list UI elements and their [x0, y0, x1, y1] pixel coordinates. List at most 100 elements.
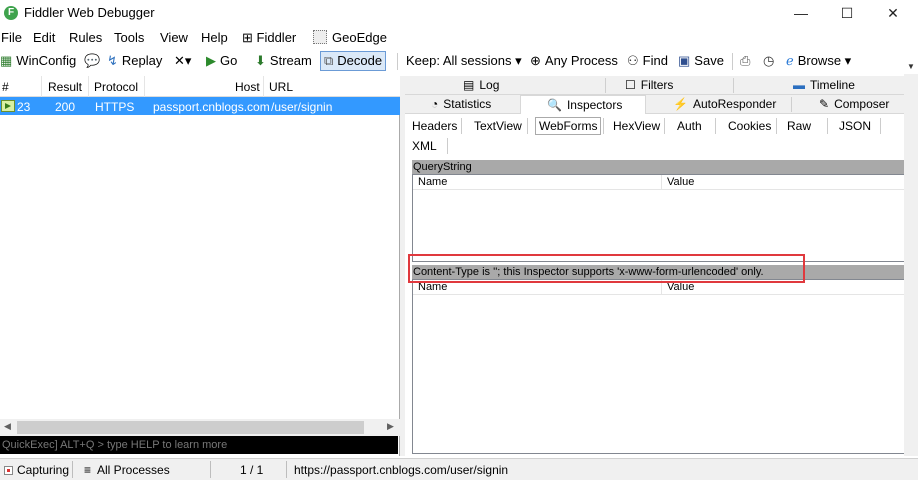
toolbar-overflow-icon[interactable]: ▼: [904, 60, 918, 74]
play-icon: ▶: [206, 53, 216, 68]
geoedge-icon: [313, 30, 327, 44]
querystring-column-name[interactable]: Name: [413, 175, 662, 190]
ie-browser-icon: ℯ: [786, 53, 794, 68]
comment-button[interactable]: 💬: [84, 53, 100, 69]
stream-arrow-icon: ⬇: [255, 53, 266, 68]
inspector-tab-hexview[interactable]: HexView: [613, 119, 660, 133]
scrollbar-thumb[interactable]: [17, 421, 364, 434]
tab-composer[interactable]: ✎ Composer: [819, 95, 889, 114]
tab-row-top: ▤ Log ☐ Filters ▬ Timeline: [405, 76, 918, 95]
inspector-tab-xml[interactable]: XML: [412, 139, 437, 153]
comment-icon: 💬: [84, 53, 101, 68]
inspector-tabs: Headers TextView WebForms HexView Auth C…: [405, 114, 918, 154]
menu-edit[interactable]: Edit: [33, 30, 55, 45]
quickexec-input[interactable]: QuickExec] ALT+Q > type HELP to learn mo…: [0, 436, 398, 454]
querystring-list[interactable]: Name Value: [412, 174, 908, 262]
menu-bar: File Edit Rules Tools View Help ⊞ Fiddle…: [0, 27, 918, 49]
any-process-button[interactable]: ⊕ Any Process: [530, 53, 618, 69]
status-bar: Capturing ≡ All Processes 1 / 1 https://p…: [0, 458, 918, 480]
column-header-protocol[interactable]: Protocol: [94, 80, 138, 94]
screenshot-button[interactable]: ⎙: [740, 53, 750, 69]
stopwatch-icon: ◔: [431, 97, 439, 111]
tab-log[interactable]: ▤ Log: [463, 76, 499, 95]
stream-button[interactable]: ⬇ Stream: [255, 53, 312, 69]
tab-timeline[interactable]: ▬ Timeline: [793, 76, 855, 95]
body-form-list[interactable]: Name Value: [412, 279, 908, 454]
inspector-tab-cookies[interactable]: Cookies: [728, 119, 771, 133]
tab-row-bottom: ◔ Statistics 🔍 Inspectors ⚡ AutoResponder ✎…: [405, 95, 918, 114]
session-row[interactable]: 23 200 HTTPS passport.cnblogs.com /user/…: [0, 97, 400, 115]
scroll-right-icon[interactable]: ▶: [387, 421, 394, 432]
crosshair-icon: ⊕: [530, 53, 541, 68]
menu-fiddler[interactable]: ⊞ Fiddler: [242, 30, 296, 46]
lightning-icon: ⚡: [673, 97, 688, 111]
horizontal-scrollbar[interactable]: ◀ ▶: [0, 419, 400, 436]
session-list-pane: # Result Protocol Host URL 23 200 HTTPS …: [0, 76, 400, 456]
inspector-magnifier-icon: 🔍: [547, 98, 562, 112]
find-button[interactable]: ⚇ Find: [627, 53, 668, 69]
close-button[interactable]: ✕: [870, 0, 916, 27]
session-url: /user/signin: [271, 100, 333, 114]
timer-button[interactable]: ◷: [763, 53, 774, 69]
inspector-tab-webforms[interactable]: WebForms: [535, 117, 602, 135]
log-icon: ▤: [463, 78, 475, 92]
windows-icon: ▦: [0, 53, 13, 68]
tab-inspectors[interactable]: 🔍 Inspectors: [520, 95, 646, 114]
session-host: passport.cnblogs.com: [153, 100, 270, 114]
tab-filters[interactable]: ☐ Filters: [625, 76, 673, 95]
dropdown-arrow-icon: ▾: [511, 53, 522, 68]
scroll-left-icon[interactable]: ◀: [4, 421, 11, 432]
winconfig-button[interactable]: ▦ WinConfig: [0, 53, 76, 69]
timeline-icon: ▬: [793, 78, 805, 92]
querystring-column-value[interactable]: Value: [662, 175, 907, 190]
inspector-tab-textview[interactable]: TextView: [474, 119, 522, 133]
menu-tools[interactable]: Tools: [114, 30, 144, 45]
menu-view[interactable]: View: [160, 30, 188, 45]
menu-geoedge[interactable]: GeoEdge: [313, 30, 387, 45]
maximize-button[interactable]: ☐: [824, 0, 870, 27]
inspector-tab-raw[interactable]: Raw: [787, 119, 811, 133]
inspector-tab-headers[interactable]: Headers: [412, 119, 457, 133]
menu-rules[interactable]: Rules: [69, 30, 102, 45]
save-button[interactable]: ▣ Save: [678, 53, 724, 69]
column-header-host[interactable]: Host: [235, 80, 260, 94]
title-bar: F Fiddler Web Debugger — ☐ ✕: [0, 0, 918, 27]
tab-autoresponder[interactable]: ⚡ AutoResponder: [673, 95, 776, 114]
column-header-url[interactable]: URL: [269, 80, 293, 94]
go-button[interactable]: ▶ Go: [206, 53, 237, 69]
keep-sessions-dropdown[interactable]: Keep: All sessions ▾: [406, 53, 522, 69]
vertical-scrollbar[interactable]: [904, 74, 918, 456]
fiddler-logo-icon: F: [4, 6, 18, 20]
remove-button[interactable]: ✕▾: [174, 53, 191, 69]
annotation-highlight: [408, 254, 805, 283]
session-result: 200: [55, 100, 76, 114]
session-protocol: HTTPS: [95, 100, 135, 114]
inspector-tab-json[interactable]: JSON: [839, 119, 871, 133]
toolbar-divider: [397, 53, 398, 70]
replay-button[interactable]: ↯ Replay: [107, 53, 162, 69]
session-id: 23: [17, 100, 31, 114]
decode-icon: ⧉: [324, 53, 334, 68]
window-title: Fiddler Web Debugger: [24, 5, 155, 20]
camera-icon: ⎙: [740, 53, 751, 68]
browse-button[interactable]: ℯ Browse ▾: [786, 53, 851, 69]
toolbar-divider: [732, 53, 733, 70]
decode-button[interactable]: ⧉ Decode: [320, 51, 387, 71]
checkbox-icon: ☐: [625, 78, 636, 92]
menu-help[interactable]: Help: [201, 30, 228, 45]
process-filter[interactable]: ≡ All Processes: [84, 463, 170, 477]
menu-file[interactable]: File: [1, 30, 22, 45]
status-url: https://passport.cnblogs.com/user/signin: [294, 463, 509, 477]
binoculars-icon: ⚇: [627, 53, 639, 68]
column-header-result[interactable]: Result: [48, 80, 82, 94]
column-header-number[interactable]: #: [2, 80, 9, 94]
session-count: 1 / 1: [240, 463, 264, 477]
inspector-tab-auth[interactable]: Auth: [677, 119, 702, 133]
capturing-toggle[interactable]: Capturing: [4, 463, 69, 477]
minimize-button[interactable]: —: [778, 0, 824, 27]
filter-lines-icon: ≡: [84, 463, 92, 477]
capture-icon: [4, 466, 13, 475]
save-disk-icon: ▣: [678, 53, 691, 68]
tab-statistics[interactable]: ◔ Statistics: [431, 95, 491, 114]
toolbar: ▦ WinConfig 💬 ↯ Replay ✕▾ ▶ Go ⬇ Stream ⧉ Dec…: [0, 49, 918, 74]
